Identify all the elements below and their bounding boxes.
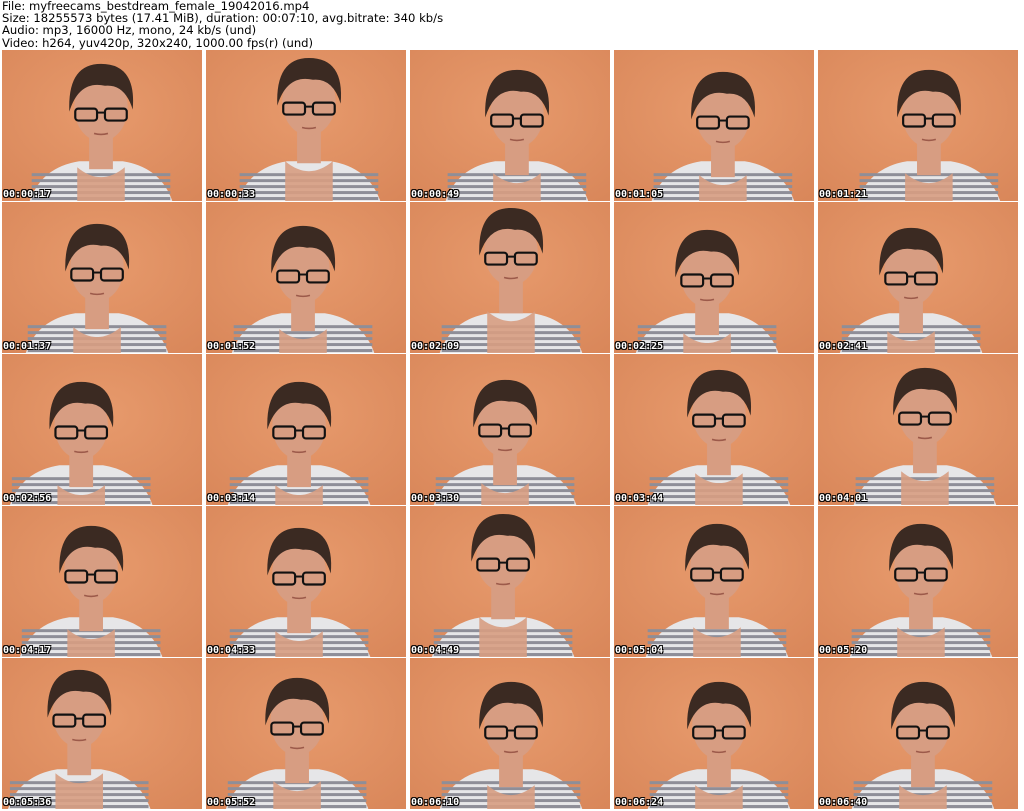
timestamp-label: 00:05:04 [615, 645, 664, 656]
timestamp-label: 00:03:14 [207, 493, 256, 504]
video-thumbnail: 00:05:52 [206, 658, 408, 810]
frame-image [614, 50, 814, 201]
timestamp-label: 00:03:44 [615, 493, 664, 504]
thumbnail-grid: 00:00:17 00:00:33 00:00:49 00:01:05 00:0… [2, 50, 1020, 810]
frame-image [410, 506, 610, 657]
video-thumbnail: 00:00:33 [206, 50, 408, 202]
timestamp-label: 00:00:33 [207, 189, 256, 200]
video-thumbnail: 00:00:49 [410, 50, 612, 202]
video-thumbnail: 00:06:40 [818, 658, 1020, 810]
video-thumbnail: 00:05:04 [614, 506, 816, 658]
timestamp-label: 00:01:05 [615, 189, 664, 200]
frame-image [2, 202, 202, 353]
frame-image [206, 50, 406, 201]
video-thumbnail: 00:02:09 [410, 202, 612, 354]
video-thumbnail: 00:05:20 [818, 506, 1020, 658]
timestamp-label: 00:04:49 [411, 645, 460, 656]
frame-image [206, 354, 406, 505]
timestamp-label: 00:01:52 [207, 341, 256, 352]
frame-image [614, 354, 814, 505]
frame-image [614, 506, 814, 657]
timestamp-label: 00:00:17 [3, 189, 52, 200]
timestamp-label: 00:02:25 [615, 341, 664, 352]
video-thumbnail: 00:01:21 [818, 50, 1020, 202]
video-thumbnail: 00:04:17 [2, 506, 204, 658]
file-info-header: File: myfreecams_bestdream_female_190420… [2, 0, 1022, 50]
frame-image [2, 50, 202, 201]
frame-image [818, 50, 1018, 201]
timestamp-label: 00:04:17 [3, 645, 52, 656]
timestamp-label: 00:04:01 [819, 493, 868, 504]
frame-image [2, 658, 202, 809]
audio-info-line: Audio: mp3, 16000 Hz, mono, 24 kb/s (und… [2, 23, 257, 38]
timestamp-label: 00:05:20 [819, 645, 868, 656]
frame-image [410, 50, 610, 201]
video-thumbnail: 00:05:36 [2, 658, 204, 810]
timestamp-label: 00:05:52 [207, 797, 256, 808]
timestamp-label: 00:05:36 [3, 797, 52, 808]
frame-image [614, 202, 814, 353]
frame-image [206, 506, 406, 657]
video-thumbnail: 00:01:05 [614, 50, 816, 202]
video-thumbnail: 00:03:30 [410, 354, 612, 506]
video-thumbnail: 00:02:41 [818, 202, 1020, 354]
timestamp-label: 00:06:10 [411, 797, 460, 808]
timestamp-label: 00:02:41 [819, 341, 868, 352]
video-thumbnail: 00:06:10 [410, 658, 612, 810]
timestamp-label: 00:06:24 [615, 797, 664, 808]
frame-image [410, 658, 610, 809]
frame-image [818, 506, 1018, 657]
timestamp-label: 00:01:21 [819, 189, 868, 200]
video-thumbnail: 00:06:24 [614, 658, 816, 810]
timestamp-label: 00:02:56 [3, 493, 52, 504]
frame-image [410, 354, 610, 505]
video-thumbnail: 00:04:33 [206, 506, 408, 658]
timestamp-label: 00:02:09 [411, 341, 460, 352]
video-thumbnail: 00:02:56 [2, 354, 204, 506]
frame-image [2, 354, 202, 505]
video-thumbnail: 00:02:25 [614, 202, 816, 354]
frame-image [614, 658, 814, 809]
video-thumbnail: 00:00:17 [2, 50, 204, 202]
timestamp-label: 00:06:40 [819, 797, 868, 808]
video-thumbnail: 00:04:49 [410, 506, 612, 658]
video-thumbnail: 00:03:14 [206, 354, 408, 506]
video-thumbnail: 00:01:52 [206, 202, 408, 354]
timestamp-label: 00:04:33 [207, 645, 256, 656]
video-info-line: Video: h264, yuv420p, 320x240, 1000.00 f… [2, 35, 314, 50]
frame-image [818, 202, 1018, 353]
frame-image [818, 354, 1018, 505]
timestamp-label: 00:01:37 [3, 341, 52, 352]
frame-image [818, 658, 1018, 809]
timestamp-label: 00:00:49 [411, 189, 460, 200]
video-thumbnail: 00:01:37 [2, 202, 204, 354]
frame-image [2, 506, 202, 657]
video-thumbnail: 00:03:44 [614, 354, 816, 506]
frame-image [410, 202, 610, 353]
frame-image [206, 658, 406, 809]
video-thumbnail: 00:04:01 [818, 354, 1020, 506]
frame-image [206, 202, 406, 353]
timestamp-label: 00:03:30 [411, 493, 460, 504]
